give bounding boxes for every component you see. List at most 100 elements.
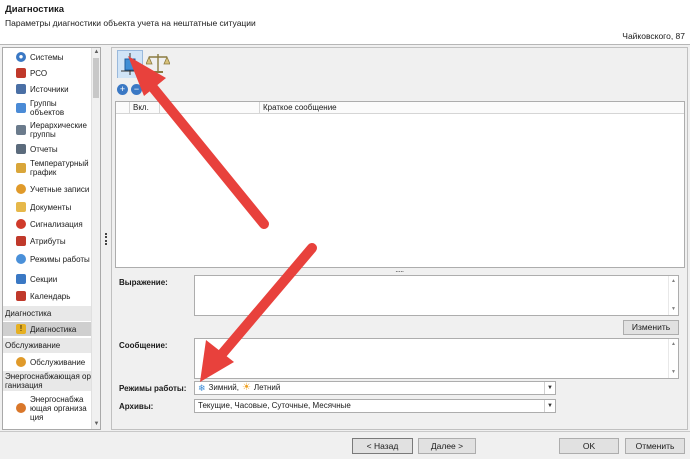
column-enabled[interactable]: Вкл. [130, 102, 160, 114]
sections-icon [16, 274, 26, 284]
chevron-down-icon[interactable]: ▼ [544, 400, 555, 412]
main-panel: + − Вкл. Краткое сообщение ····· Выражен… [111, 47, 688, 430]
sidebar-item-systems[interactable]: ● Системы [3, 50, 92, 64]
folder-icon [16, 202, 26, 212]
sidebar-item-service[interactable]: Обслуживание [3, 355, 92, 369]
message-label: Сообщение: [119, 341, 168, 350]
sidebar-item-hierarchy-groups[interactable]: Иерархические группы [3, 120, 92, 140]
warning-icon: ! [16, 324, 26, 334]
scroll-thumb[interactable] [93, 58, 99, 98]
sidebar-item-operating-modes[interactable]: Режимы работы [3, 252, 92, 266]
sidebar-item-energy-org[interactable]: Энергоснабжающая организация [3, 393, 92, 423]
sidebar-item-diagnostics[interactable]: ! Диагностика [3, 322, 92, 336]
sidebar-item-object-groups[interactable]: Группы объектов [3, 98, 92, 118]
sidebar-item-accounts[interactable]: Учетные записи [3, 182, 92, 196]
remove-rule-icon[interactable]: − [131, 84, 142, 95]
alarm-icon [16, 219, 26, 229]
location-icon: ● [16, 52, 26, 62]
rules-table[interactable]: Вкл. Краткое сообщение [115, 101, 685, 268]
column-blank[interactable] [160, 102, 260, 114]
snowflake-icon: ❄ [198, 383, 206, 393]
sidebar-item-label: Температурный график [30, 159, 89, 177]
sidebar-item-label: Отчеты [30, 144, 58, 154]
page-title: Диагностика [5, 4, 65, 15]
sun-icon: ☀ [241, 382, 251, 393]
grip-icon [105, 233, 107, 245]
sidebar-item-label: Энергоснабжающая организация [30, 394, 87, 422]
attributes-icon [16, 236, 26, 246]
next-button[interactable]: Далее > [418, 438, 476, 454]
sidebar-group-diagnostics[interactable]: Диагностика [3, 306, 92, 321]
sidebar: ● Системы РСО Источники Группы объектов … [2, 47, 101, 430]
cancel-button[interactable]: Отменить [625, 438, 685, 454]
footer: < Назад Далее > OK Отменить [0, 431, 690, 459]
service-icon [16, 357, 26, 367]
table-header: Вкл. Краткое сообщение [116, 102, 684, 114]
sidebar-item-documents[interactable]: Документы [3, 200, 92, 214]
tab-diagnostics-rules[interactable] [117, 50, 143, 78]
scroll-up-icon[interactable]: ▲ [92, 48, 100, 57]
sidebar-item-rso[interactable]: РСО [3, 66, 92, 80]
column-short-message[interactable]: Краткое сообщение [260, 102, 684, 114]
mode-summer: Летний [253, 383, 281, 392]
sidebar-scrollbar[interactable]: ▲ ▼ [91, 48, 100, 429]
report-icon [16, 144, 26, 154]
sidebar-item-label: Диагностика [30, 324, 77, 334]
sidebar-item-calendar[interactable]: Календарь [3, 289, 92, 303]
sidebar-item-reports[interactable]: Отчеты [3, 142, 92, 156]
mode-winter: Зимний, [208, 383, 239, 392]
change-button[interactable]: Изменить [623, 320, 679, 335]
page-subtitle: Параметры диагностики объекта учета на н… [5, 18, 256, 28]
sidebar-group-energy-org[interactable]: Энергоснабжающая организация [3, 371, 92, 391]
calendar-icon [16, 291, 26, 301]
sidebar-item-sources[interactable]: Источники [3, 82, 92, 96]
expression-scrollbar[interactable]: ▲ ▼ [668, 276, 678, 315]
sidebar-item-label: Иерархические группы [30, 121, 87, 139]
archives-select[interactable]: Текущие, Часовые, Суточные, Месячные ▼ [194, 399, 556, 413]
scales-icon [145, 54, 171, 73]
sidebar-item-label: РСО [30, 68, 48, 78]
sidebar-item-label: Источники [30, 84, 69, 94]
expression-label: Выражение: [119, 278, 168, 287]
hierarchy-icon [16, 125, 26, 135]
back-button[interactable]: < Назад [352, 438, 413, 454]
tab-balance[interactable] [145, 50, 172, 78]
archives-value: Текущие, Часовые, Суточные, Месячные [198, 401, 351, 410]
mode-icon [16, 254, 26, 264]
sidebar-group-service[interactable]: Обслуживание [3, 338, 92, 353]
chart-icon [16, 163, 26, 173]
object-address: Чайковского, 87 [622, 31, 685, 41]
modes-label: Режимы работы: [119, 384, 187, 393]
vertical-splitter[interactable] [102, 47, 111, 430]
energy-org-icon [16, 403, 26, 413]
sidebar-item-temperature-schedule[interactable]: Температурный график [3, 158, 92, 178]
sidebar-item-label: Группы объектов [30, 99, 65, 117]
factory-icon [16, 84, 26, 94]
archives-label: Архивы: [119, 402, 154, 411]
sidebar-item-label: Секции [30, 274, 58, 284]
group-icon [16, 103, 26, 113]
sidebar-item-label: Календарь [30, 291, 71, 301]
header: Диагностика Параметры диагностики объект… [0, 0, 690, 44]
sidebar-item-attributes[interactable]: Атрибуты [3, 234, 92, 248]
device-icon [121, 53, 139, 75]
expression-field[interactable]: ▲ ▼ [194, 275, 679, 316]
ok-button[interactable]: OK [559, 438, 619, 454]
scroll-down-icon[interactable]: ▼ [92, 420, 100, 429]
modes-select[interactable]: ❄ Зимний, ☀ Летний ▼ [194, 381, 556, 395]
add-rule-icon[interactable]: + [117, 84, 128, 95]
chevron-down-icon[interactable]: ▼ [544, 382, 555, 394]
user-icon [16, 184, 26, 194]
rso-icon [16, 68, 26, 78]
sidebar-item-alarms[interactable]: Сигнализация [3, 217, 92, 231]
sidebar-item-label: Учетные записи [30, 184, 90, 194]
row-indicator-column [116, 102, 130, 114]
sidebar-item-label: Атрибуты [30, 236, 66, 246]
sidebar-item-label: Сигнализация [30, 219, 83, 229]
message-field[interactable]: ▲ ▼ [194, 338, 679, 379]
horizontal-splitter[interactable]: ····· [395, 268, 404, 276]
sidebar-item-label: Системы [30, 52, 64, 62]
sidebar-item-label: Документы [30, 202, 72, 212]
sidebar-item-sections[interactable]: Секции [3, 272, 92, 286]
message-scrollbar[interactable]: ▲ ▼ [668, 339, 678, 378]
